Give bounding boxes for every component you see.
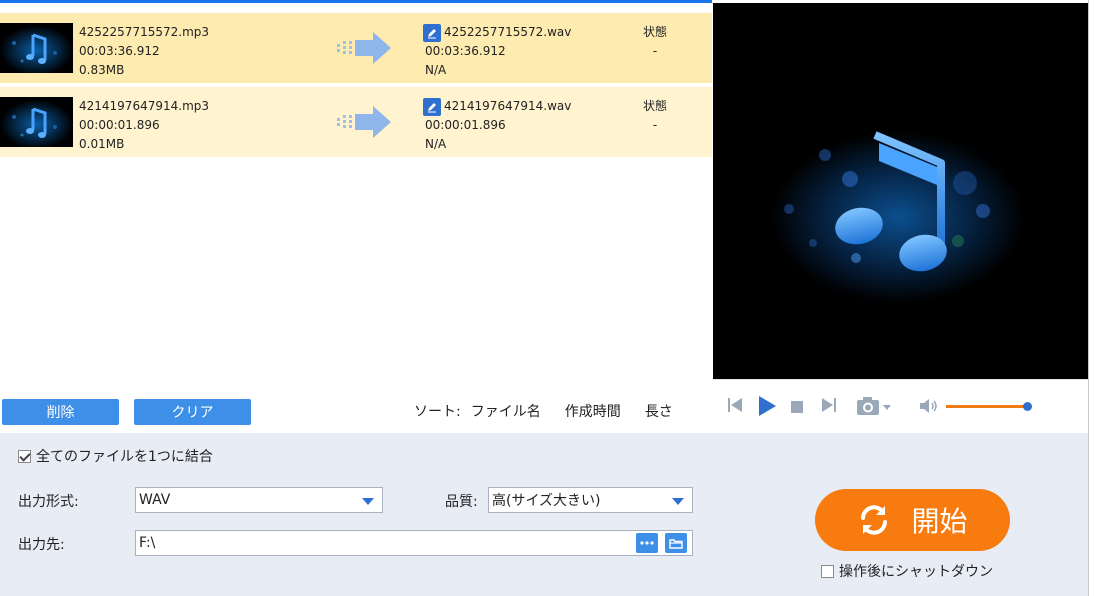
skip-forward-icon[interactable]	[821, 396, 837, 418]
source-size: 0.83MB	[79, 63, 125, 77]
delete-button[interactable]: 削除	[2, 399, 119, 425]
volume-slider-knob[interactable]	[1023, 402, 1032, 411]
chevron-down-icon	[672, 498, 684, 505]
skip-back-icon[interactable]	[727, 396, 743, 418]
shutdown-label: 操作後にシャットダウン	[839, 564, 993, 580]
clear-button[interactable]: クリア	[134, 399, 251, 425]
output-size: N/A	[425, 63, 447, 77]
quality-select[interactable]: 高(サイズ大きい)	[488, 487, 693, 513]
destination-field[interactable]: F:\	[135, 530, 693, 556]
source-duration: 00:00:01.896	[79, 118, 160, 132]
stop-icon[interactable]	[791, 401, 803, 417]
preview-pane	[713, 3, 1088, 379]
status-label: 状態	[642, 25, 667, 39]
shutdown-option[interactable]: 操作後にシャットダウン	[821, 561, 993, 581]
sort-label: ソート:	[414, 404, 461, 420]
source-info: 4214197647914.mp3 00:00:01.896 0.01MB	[79, 97, 209, 154]
more-icon[interactable]	[636, 533, 658, 553]
status-column: 状態 -	[625, 23, 685, 61]
status-column: 状態 -	[625, 97, 685, 135]
source-info: 4252257715572.mp3 00:03:36.912 0.83MB	[79, 23, 209, 80]
convert-arrow-icon	[335, 30, 393, 66]
file-row[interactable]: 4214197647914.mp3 00:00:01.896 0.01MB 42…	[0, 87, 712, 157]
output-duration: 00:03:36.912	[425, 44, 506, 58]
music-note-thumbnail	[0, 97, 73, 147]
output-size: N/A	[425, 137, 447, 151]
play-icon[interactable]	[757, 395, 777, 421]
source-size: 0.01MB	[79, 137, 125, 151]
quality-value: 高(サイズ大きい)	[492, 493, 601, 509]
music-note-artwork	[713, 3, 1088, 379]
settings-panel: 全てのファイルを1つに結合 出力形式: WAV 品質: 高(サイズ大きい) 出力…	[0, 433, 1088, 596]
format-label: 出力形式:	[18, 494, 79, 510]
edit-icon[interactable]	[423, 97, 441, 116]
player-controls	[713, 379, 1088, 433]
destination-value: F:\	[139, 535, 156, 551]
file-row[interactable]: 4252257715572.mp3 00:03:36.912 0.83MB 42…	[0, 13, 712, 83]
status-label: 状態	[642, 99, 667, 113]
merge-label: 全てのファイルを1つに結合	[36, 449, 213, 465]
chevron-down-icon	[362, 498, 374, 505]
status-value: -	[652, 44, 658, 58]
format-select[interactable]: WAV	[135, 487, 383, 513]
sort-bar: ソート: ファイル名 作成時間 長さ	[414, 401, 697, 421]
sort-by-length[interactable]: 長さ	[645, 401, 673, 421]
start-label: 開始	[911, 505, 968, 538]
folder-icon[interactable]	[665, 533, 687, 553]
merge-checkbox[interactable]	[18, 449, 31, 463]
output-filename: 4252257715572.wav	[444, 25, 572, 39]
source-duration: 00:03:36.912	[79, 44, 160, 58]
window-right-edge	[1088, 0, 1094, 596]
refresh-icon	[861, 505, 888, 535]
sort-by-created-time[interactable]: 作成時間	[565, 401, 621, 421]
start-button[interactable]: 開始	[815, 489, 1010, 551]
shutdown-checkbox[interactable]	[821, 564, 834, 578]
volume-slider-track[interactable]	[946, 405, 1028, 408]
file-list: 4252257715572.mp3 00:03:36.912 0.83MB 42…	[0, 3, 712, 395]
output-duration: 00:00:01.896	[425, 118, 506, 132]
sort-by-filename[interactable]: ファイル名	[471, 401, 541, 421]
music-note-thumbnail	[0, 23, 73, 73]
destination-label: 出力先:	[18, 537, 65, 553]
status-value: -	[652, 118, 658, 132]
quality-label: 品質:	[445, 494, 478, 510]
volume-icon[interactable]	[919, 398, 939, 418]
source-filename: 4214197647914.mp3	[79, 99, 210, 113]
source-filename: 4252257715572.mp3	[79, 25, 210, 39]
output-info: 4214197647914.wav 00:00:01.896 N/A	[423, 97, 571, 154]
format-value: WAV	[139, 492, 171, 508]
merge-option[interactable]: 全てのファイルを1つに結合	[18, 446, 213, 466]
camera-icon[interactable]	[856, 395, 892, 421]
output-info: 4252257715572.wav 00:03:36.912 N/A	[423, 23, 571, 80]
output-filename: 4214197647914.wav	[444, 99, 572, 113]
edit-icon[interactable]	[423, 23, 441, 42]
convert-arrow-icon	[335, 104, 393, 140]
